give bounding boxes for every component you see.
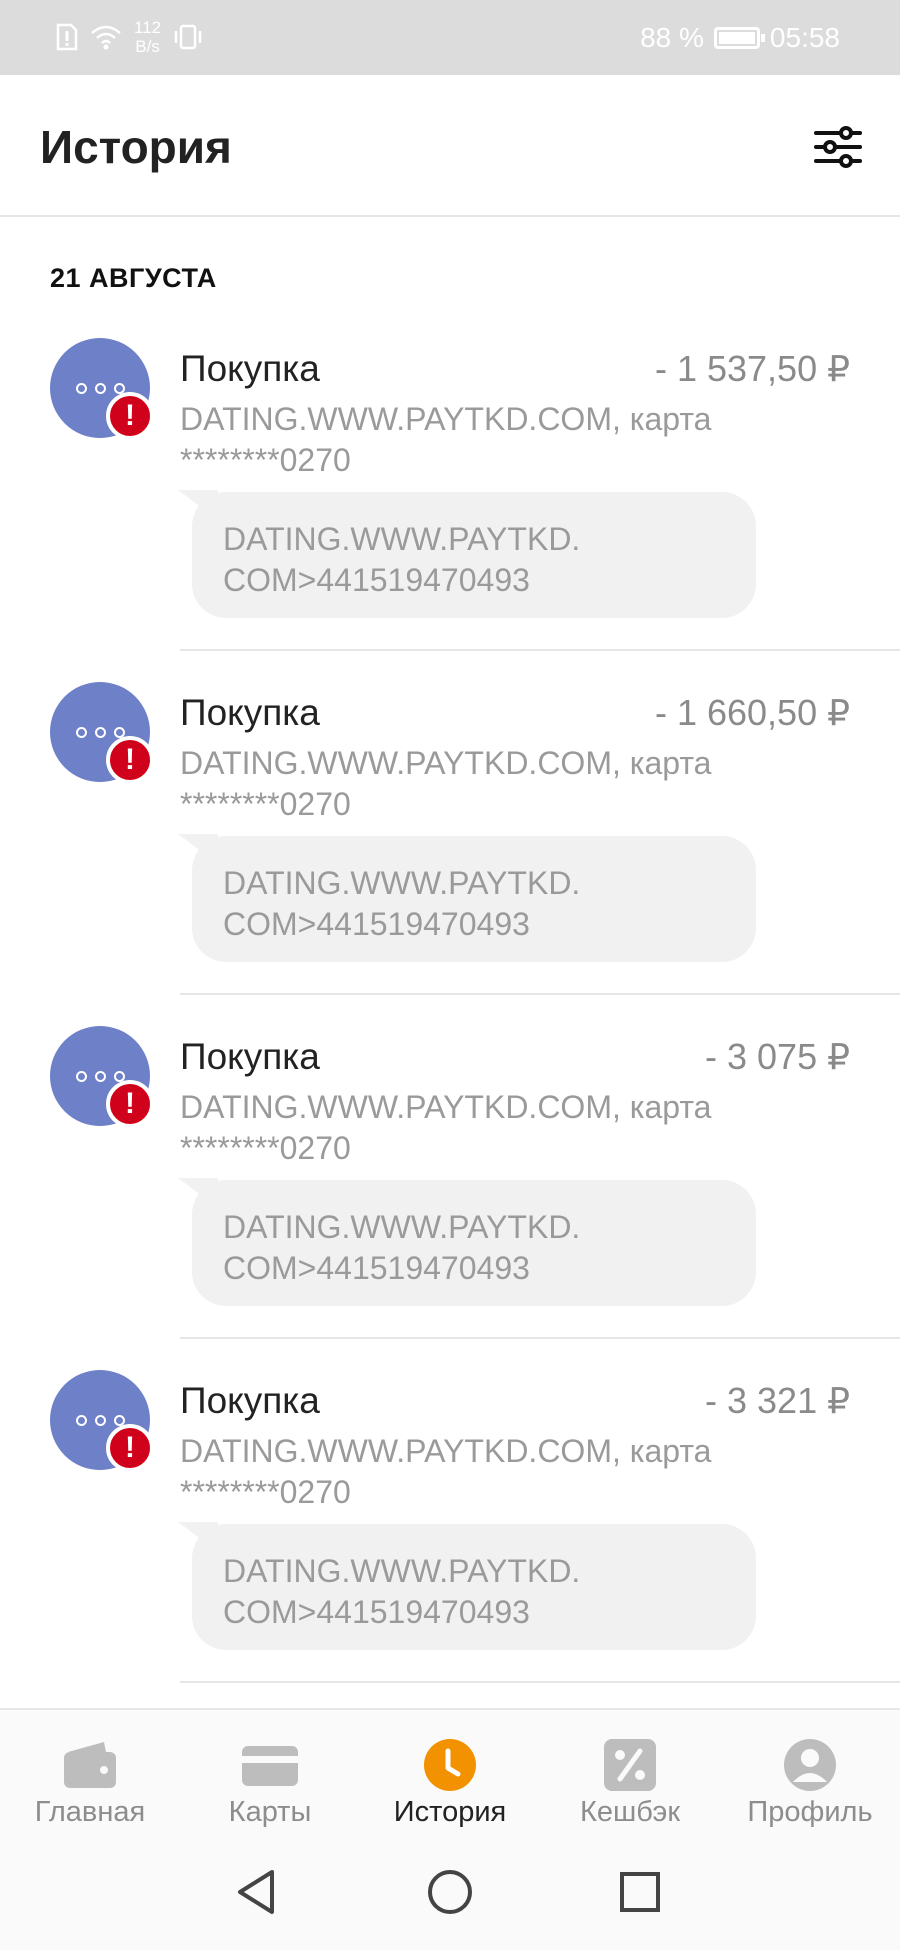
divider xyxy=(180,1681,900,1683)
app-header: История xyxy=(0,75,900,217)
filter-sliders-icon xyxy=(814,126,862,168)
divider xyxy=(180,1337,900,1339)
sim-alert-icon xyxy=(56,23,78,51)
transaction-description: DATING.WWW.PAYTKD.COM, карта ********027… xyxy=(180,745,712,822)
alert-badge-icon: ! xyxy=(106,392,154,440)
clock-icon xyxy=(424,1739,476,1791)
nav-label-cashback: Кешбэк xyxy=(579,1796,681,1828)
transaction-title: Покупка xyxy=(180,692,320,733)
divider xyxy=(180,993,900,995)
wifi-icon xyxy=(91,25,121,50)
card-icon xyxy=(242,1746,298,1786)
transaction-title: Покупка xyxy=(180,1380,320,1421)
status-time: 05:58 xyxy=(769,22,840,53)
wallet-icon xyxy=(64,1742,116,1788)
transaction-comment: DATING.WWW.PAYTKD. COM>441519470493 xyxy=(223,521,581,598)
status-left: 112 B/s xyxy=(56,18,203,56)
transaction-title: Покупка xyxy=(180,1036,320,1077)
transaction-comment-bubble: DATING.WWW.PAYTKD. COM>441519470493 xyxy=(192,492,756,618)
system-navigation-bar xyxy=(0,1838,900,1950)
nav-tab-cards[interactable]: Карты xyxy=(180,1710,360,1838)
transaction-comment-bubble: DATING.WWW.PAYTKD. COM>441519470493 xyxy=(192,836,756,962)
transaction-amount: - 3 321 ₽ xyxy=(705,1380,850,1421)
battery-percent: 88 % xyxy=(640,22,704,53)
network-speed: 112 B/s xyxy=(134,18,161,56)
nav-tab-home[interactable]: Главная xyxy=(0,1710,180,1838)
alert-badge-icon: ! xyxy=(106,1080,154,1128)
nav-label-home: Главная xyxy=(34,1796,146,1828)
transaction-amount: - 1 537,50 ₽ xyxy=(654,348,850,389)
recent-apps-icon[interactable] xyxy=(612,1864,668,1920)
transaction-comment: DATING.WWW.PAYTKD. COM>441519470493 xyxy=(223,1553,581,1630)
network-speed-value: 112 xyxy=(134,18,162,37)
battery-icon xyxy=(713,27,765,49)
alert-badge-icon: ! xyxy=(106,1424,154,1472)
divider xyxy=(180,649,900,651)
transaction-amount: - 3 075 ₽ xyxy=(705,1036,850,1077)
filter-button[interactable] xyxy=(810,119,866,175)
transaction-comment-bubble: DATING.WWW.PAYTKD. COM>441519470493 xyxy=(192,1180,756,1306)
transaction-title: Покупка xyxy=(180,348,320,389)
transaction-item[interactable]: ! Покупка - 1 537,50 ₽ DATING.WWW.PAYTKD… xyxy=(0,338,900,682)
alert-badge-icon: ! xyxy=(106,736,154,784)
home-icon[interactable] xyxy=(422,1864,478,1920)
nav-tab-history[interactable]: История xyxy=(360,1710,540,1838)
transaction-amount: - 1 660,50 ₽ xyxy=(654,692,850,733)
section-date-header: 21 АВГУСТА xyxy=(50,263,217,293)
back-icon[interactable] xyxy=(230,1864,286,1920)
nav-tab-cashback[interactable]: Кешбэк xyxy=(540,1710,720,1838)
transaction-description: DATING.WWW.PAYTKD.COM, карта ********027… xyxy=(180,401,712,478)
nav-label-cards: Карты xyxy=(228,1796,312,1828)
status-right: 88 % 05:58 xyxy=(640,22,840,54)
vibrate-icon xyxy=(174,24,202,50)
nav-label-profile: Профиль xyxy=(747,1796,873,1828)
bottom-navigation: Главная Карты История Кешбэк Профиль xyxy=(0,1708,900,1838)
status-bar: 112 B/s 88 % 05:58 xyxy=(0,0,900,75)
transaction-description: DATING.WWW.PAYTKD.COM, карта ********027… xyxy=(180,1089,712,1166)
page-title: История xyxy=(40,121,232,173)
transaction-item[interactable]: ! Покупка - 1 660,50 ₽ DATING.WWW.PAYTKD… xyxy=(0,682,900,1026)
network-speed-unit: B/s xyxy=(135,37,160,56)
nav-label-history: История xyxy=(393,1796,507,1828)
nav-tab-profile[interactable]: Профиль xyxy=(720,1710,900,1838)
transaction-comment: DATING.WWW.PAYTKD. COM>441519470493 xyxy=(223,865,581,942)
transaction-description: DATING.WWW.PAYTKD.COM, карта ********027… xyxy=(180,1433,712,1510)
transaction-comment-bubble: DATING.WWW.PAYTKD. COM>441519470493 xyxy=(192,1524,756,1650)
transaction-item[interactable]: ! Покупка - 3 321 ₽ DATING.WWW.PAYTKD.CO… xyxy=(0,1370,900,1714)
profile-icon xyxy=(784,1739,836,1791)
transaction-item[interactable]: ! Покупка - 3 075 ₽ DATING.WWW.PAYTKD.CO… xyxy=(0,1026,900,1370)
transaction-comment: DATING.WWW.PAYTKD. COM>441519470493 xyxy=(223,1209,581,1286)
percent-icon xyxy=(604,1739,656,1791)
